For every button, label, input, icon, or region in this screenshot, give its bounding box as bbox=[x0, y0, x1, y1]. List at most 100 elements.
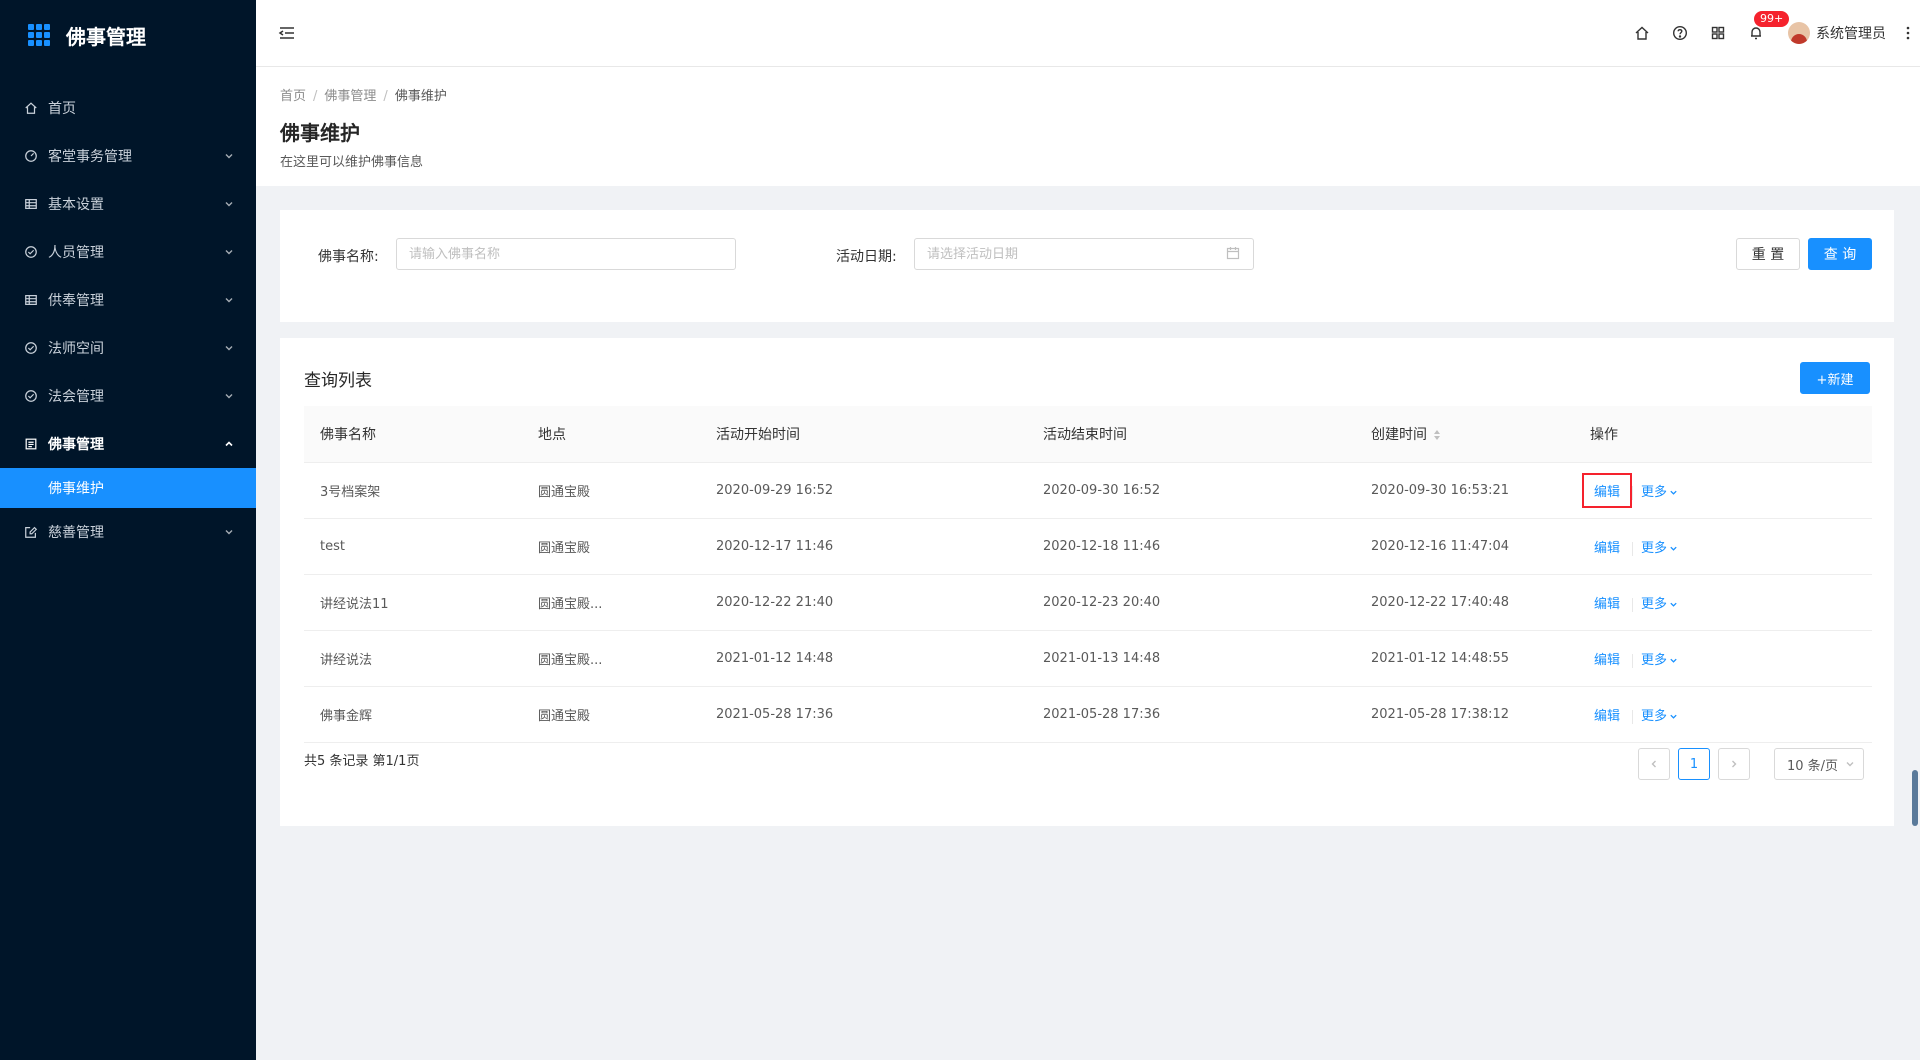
sidebar-item-label: 佛事管理 bbox=[48, 437, 104, 453]
check-circle-icon bbox=[25, 390, 37, 402]
cell-actions: 编辑 更多 bbox=[1574, 518, 1872, 575]
appstore-icon[interactable] bbox=[1710, 25, 1726, 41]
sidebar-item-label: 人员管理 bbox=[48, 245, 104, 261]
edit-link[interactable]: 编辑 bbox=[1590, 649, 1624, 668]
form-icon bbox=[25, 526, 38, 538]
app-logo[interactable]: 佛事管理 bbox=[0, 0, 256, 70]
sidebar-item-charity[interactable]: 慈善管理 bbox=[0, 508, 256, 556]
sidebar-item-master-space[interactable]: 法师空间 bbox=[0, 324, 256, 372]
table-icon bbox=[25, 199, 37, 209]
cell-name: 讲经说法 bbox=[304, 630, 522, 687]
home-icon[interactable] bbox=[1634, 25, 1650, 41]
pagination: 1 10 条/页 bbox=[1630, 748, 1864, 780]
page-number-button[interactable]: 1 bbox=[1678, 748, 1710, 780]
cell-place: 圆通宝殿 bbox=[522, 686, 700, 743]
chevron-down-icon bbox=[1670, 546, 1677, 551]
more-dropdown[interactable]: 更多 bbox=[1641, 709, 1678, 724]
sidebar-item-label: 法师空间 bbox=[48, 341, 104, 357]
cell-start: 2021-01-12 14:48 bbox=[700, 630, 1027, 687]
table-card: 查询列表 +新建 佛事名称 地点 活动开始时间 活动结束时间 创建时间 操作 3… bbox=[280, 338, 1894, 826]
chevron-down-icon bbox=[1670, 714, 1677, 719]
table-row: 讲经说法 圆通宝殿... 2021-01-12 14:48 2021-01-13… bbox=[304, 630, 1872, 687]
page-header: 首页 / 佛事管理 / 佛事维护 佛事维护 在这里可以维护佛事信息 bbox=[256, 67, 1920, 186]
sidebar-item-offerings[interactable]: 供奉管理 bbox=[0, 276, 256, 324]
edit-link[interactable]: 编辑 bbox=[1590, 705, 1624, 724]
edit-link[interactable]: 编辑 bbox=[1590, 537, 1624, 556]
top-header: 99+ 系统管理员 bbox=[256, 0, 1920, 67]
more-dropdown[interactable]: 更多 bbox=[1641, 541, 1678, 556]
divider bbox=[1632, 709, 1634, 724]
username[interactable]: 系统管理员 bbox=[1816, 23, 1886, 43]
column-header: 地点 bbox=[522, 406, 700, 463]
check-circle-icon bbox=[25, 342, 37, 354]
chevron-down-icon bbox=[225, 530, 233, 535]
chevron-down-icon bbox=[1846, 762, 1854, 767]
name-filter-label: 佛事名称: bbox=[318, 249, 379, 265]
column-header: 活动结束时间 bbox=[1027, 406, 1355, 463]
sidebar-item-dharma-assembly[interactable]: 法会管理 bbox=[0, 372, 256, 420]
menu-fold-icon[interactable] bbox=[278, 24, 296, 42]
edit-link[interactable]: 编辑 bbox=[1581, 473, 1633, 508]
prev-page-button[interactable] bbox=[1638, 748, 1670, 780]
new-button[interactable]: +新建 bbox=[1800, 362, 1870, 394]
more-vertical-icon[interactable] bbox=[1900, 25, 1916, 41]
calendar-icon bbox=[1226, 247, 1240, 260]
cell-end: 2020-12-18 11:46 bbox=[1027, 518, 1355, 575]
chevron-right-icon bbox=[1732, 760, 1737, 768]
chevron-down-icon bbox=[225, 154, 233, 159]
page-size-value: 10 条/页 bbox=[1787, 758, 1839, 774]
column-header-sortable[interactable]: 创建时间 bbox=[1355, 406, 1574, 463]
breadcrumb-section[interactable]: 佛事管理 bbox=[324, 89, 376, 104]
cell-actions: 编辑 更多 bbox=[1574, 686, 1872, 743]
page-description: 在这里可以维护佛事信息 bbox=[280, 155, 424, 170]
notification-button[interactable]: 99+ bbox=[1748, 11, 1790, 41]
table-icon bbox=[25, 295, 37, 305]
table-summary: 共5 条记录 第1/1页 bbox=[304, 754, 420, 769]
sidebar-item-label: 供奉管理 bbox=[48, 293, 104, 309]
scrollbar-thumb[interactable] bbox=[1912, 770, 1918, 826]
next-page-button[interactable] bbox=[1718, 748, 1750, 780]
more-dropdown[interactable]: 更多 bbox=[1641, 485, 1678, 500]
sidebar-item-basic-settings[interactable]: 基本设置 bbox=[0, 180, 256, 228]
breadcrumb-home[interactable]: 首页 bbox=[280, 89, 306, 104]
cell-name: 佛事金辉 bbox=[304, 686, 522, 743]
table-row: test 圆通宝殿 2020-12-17 11:46 2020-12-18 11… bbox=[304, 518, 1872, 575]
more-label: 更多 bbox=[1641, 709, 1668, 724]
dashboard-icon bbox=[25, 150, 37, 162]
cell-created: 2020-12-22 17:40:48 bbox=[1355, 574, 1574, 631]
date-filter-input[interactable] bbox=[914, 238, 1254, 270]
question-circle-icon[interactable] bbox=[1672, 25, 1688, 41]
reset-button[interactable]: 重 置 bbox=[1736, 238, 1800, 270]
table-row: 3号档案架 圆通宝殿 2020-09-29 16:52 2020-09-30 1… bbox=[304, 462, 1872, 519]
chevron-down-icon bbox=[1670, 658, 1677, 663]
check-circle-icon bbox=[25, 246, 37, 258]
cell-place: 圆通宝殿 bbox=[522, 518, 700, 575]
more-dropdown[interactable]: 更多 bbox=[1641, 653, 1678, 668]
sidebar-item-label: 首页 bbox=[48, 101, 76, 117]
table-header-row: 佛事名称 地点 活动开始时间 活动结束时间 创建时间 操作 bbox=[304, 406, 1872, 463]
cell-actions: 编辑 更多 bbox=[1574, 630, 1872, 687]
sidebar-item-buddhist-affairs[interactable]: 佛事管理 bbox=[0, 420, 256, 468]
sidebar-item-personnel[interactable]: 人员管理 bbox=[0, 228, 256, 276]
divider bbox=[1632, 653, 1634, 668]
cell-end: 2020-12-23 20:40 bbox=[1027, 574, 1355, 631]
column-header: 操作 bbox=[1574, 406, 1872, 463]
chevron-down-icon bbox=[225, 202, 233, 207]
cell-start: 2021-05-28 17:36 bbox=[700, 686, 1027, 743]
column-header-label: 创建时间 bbox=[1371, 427, 1427, 443]
chevron-down-icon bbox=[1670, 602, 1677, 607]
sidebar-item-home[interactable]: 首页 bbox=[0, 84, 256, 132]
avatar[interactable] bbox=[1788, 22, 1810, 44]
column-header: 活动开始时间 bbox=[700, 406, 1027, 463]
query-button[interactable]: 查 询 bbox=[1808, 238, 1872, 270]
page-size-select[interactable]: 10 条/页 bbox=[1774, 748, 1864, 780]
sort-icon[interactable] bbox=[1433, 429, 1441, 441]
more-dropdown[interactable]: 更多 bbox=[1641, 597, 1678, 612]
sidebar-item-reception[interactable]: 客堂事务管理 bbox=[0, 132, 256, 180]
chevron-down-icon bbox=[225, 250, 233, 255]
sidebar-item-label: 基本设置 bbox=[48, 197, 104, 213]
table-row: 佛事金辉 圆通宝殿 2021-05-28 17:36 2021-05-28 17… bbox=[304, 686, 1872, 743]
sidebar-subitem-maintenance[interactable]: 佛事维护 bbox=[0, 468, 256, 508]
name-filter-input[interactable] bbox=[396, 238, 736, 270]
edit-link[interactable]: 编辑 bbox=[1590, 593, 1624, 612]
